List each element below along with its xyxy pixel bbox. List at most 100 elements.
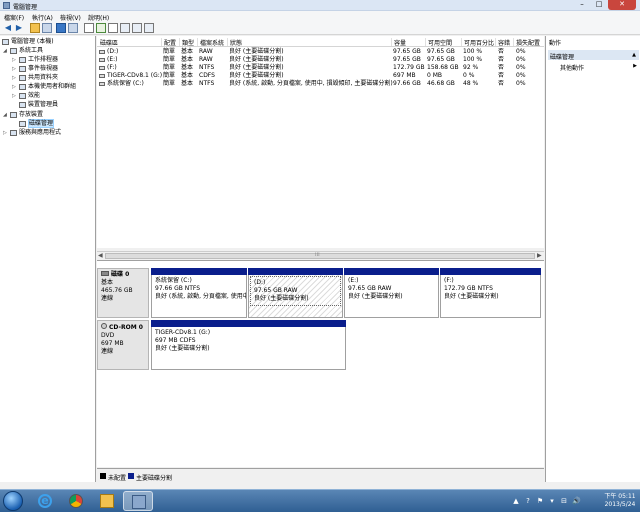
properties-icon[interactable] <box>68 23 78 33</box>
close-button[interactable]: ✕ <box>608 0 636 10</box>
col-filesystem[interactable]: 檔案系統 <box>197 38 224 47</box>
taskbar-computer-management[interactable] <box>123 491 153 511</box>
help-icon[interactable]: ? <box>524 497 532 505</box>
tree-item-task-scheduler[interactable]: ▷ 工作排程器 <box>12 55 58 64</box>
disk-management-icon <box>19 120 26 127</box>
horizontal-scrollbar[interactable]: ◀ ⁞⁞⁞ ▶ <box>97 251 544 259</box>
col-layout[interactable]: 配置 <box>161 38 176 47</box>
partition-f[interactable]: (F:) 172.79 GB NTFS 良好 (主要磁碟分割) <box>440 268 541 318</box>
partition-c[interactable]: 系統保留 (C:) 97.66 GB NTFS 良好 (系統, 啟動, 分頁檔案, … <box>151 268 247 318</box>
partition-e[interactable]: (E:) 97.65 GB RAW 良好 (主要磁碟分割) <box>344 268 439 318</box>
tree-item-storage[interactable]: ◢ 存放裝置 <box>3 110 43 119</box>
computer-management-window: 電腦管理 – □ ✕ 檔案(F) 執行(A) 檢視(V) 說明(H) ◀ ▶ 電… <box>0 0 640 489</box>
scroll-right-icon[interactable]: ▶ <box>537 252 542 259</box>
col-type[interactable]: 類型 <box>179 38 194 47</box>
cdrom-0-label[interactable]: CD-ROM 0 DVD 697 MB 連線 <box>97 320 149 370</box>
expand-icon[interactable]: ◢ <box>3 111 10 120</box>
tree-item-system-tools[interactable]: ◢ 系統工具 <box>3 46 43 55</box>
clock[interactable]: 下午 05:11 2013/5/24 <box>602 493 638 509</box>
taskbar-explorer[interactable] <box>92 491 122 511</box>
grip-icon: ⁞⁞⁞ <box>315 252 320 258</box>
drive-icon <box>99 65 105 70</box>
menu-bar: 檔案(F) 執行(A) 檢視(V) 說明(H) <box>0 11 640 22</box>
unallocated-swatch <box>100 473 106 479</box>
col-free-space[interactable]: 可用空間 <box>425 38 452 47</box>
internet-explorer-icon: e <box>38 494 52 508</box>
col-volume[interactable]: 磁碟區 <box>98 38 118 47</box>
legend-unallocated: 未配置 <box>108 475 127 482</box>
title-bar[interactable]: 電腦管理 – □ ✕ <box>0 0 640 11</box>
col-percent-free[interactable]: 可用百分比 <box>461 38 494 47</box>
minimize-button[interactable]: – <box>574 0 590 10</box>
taskbar-chrome[interactable] <box>61 491 91 511</box>
drive-icon <box>99 57 105 62</box>
navigation-tree: 電腦管理 (本機) ◢ 系統工具 ▷ 工作排程器 ▷ 事件檢視器 ▷ 共用資料夾 ▷ 本機… <box>0 36 96 482</box>
volume-row[interactable]: TIGER-CDv8.1 (G:) 簡單 基本 CDFS 良好 (主要磁碟分割)… <box>97 72 544 80</box>
device-manager-icon <box>19 101 26 108</box>
taskbar: e ▲ ? ⚑ ▾ ⊟ 🔊 下午 05:11 2013/5/24 <box>0 489 640 512</box>
refresh-icon[interactable] <box>84 23 94 33</box>
computer-management-icon <box>132 495 146 509</box>
computer-icon <box>2 38 9 45</box>
actions-group-disk-management[interactable]: 磁碟管理 ▲ <box>548 50 639 61</box>
storage-icon <box>10 111 17 118</box>
maximize-button[interactable]: □ <box>591 0 607 10</box>
event-icon <box>19 65 26 72</box>
zoom-icon[interactable] <box>144 23 154 33</box>
open-icon[interactable] <box>120 23 130 33</box>
col-capacity[interactable]: 容量 <box>391 38 406 47</box>
console-icon[interactable] <box>42 23 52 33</box>
forward-button[interactable]: ▶ <box>14 23 24 33</box>
disk-0-label[interactable]: 磁碟 0 基本 465.76 GB 連線 <box>97 268 149 318</box>
dropdown-icon[interactable]: ▾ <box>548 497 556 505</box>
folder-icon[interactable] <box>30 23 40 33</box>
volume-row[interactable]: (F:) 簡單 基本 NTFS 良好 (主要磁碟分割) 172.79 GB 15… <box>97 64 544 72</box>
flag-icon[interactable]: ⚑ <box>536 497 544 505</box>
volume-row[interactable]: (D:) 簡單 基本 RAW 良好 (主要磁碟分割) 97.65 GB 97.6… <box>97 48 544 56</box>
hard-disk-icon <box>101 271 109 276</box>
show-hidden-icons-icon[interactable]: ▲ <box>512 497 520 505</box>
partition-g[interactable]: TIGER-CDv8.1 (G:) 697 MB CDFS 良好 (主要磁碟分割) <box>151 320 346 370</box>
partition-d-selected[interactable]: (D:) 97.65 GB RAW 良好 (主要磁碟分割) <box>248 268 343 318</box>
expand-icon[interactable]: ◢ <box>3 47 10 56</box>
volume-list-header: 磁碟區 配置 類型 檔案系統 狀態 容量 可用空間 可用百分比 容錯 損失配置 <box>97 36 544 47</box>
computer-management-icon <box>3 2 10 9</box>
tree-item-local-users[interactable]: ▷ 本機使用者和群組 <box>12 82 76 91</box>
volume-icon[interactable]: 🔊 <box>572 497 581 505</box>
primary-partition-swatch <box>128 473 134 479</box>
drive-icon <box>99 49 105 54</box>
search-icon[interactable] <box>132 23 142 33</box>
start-button[interactable] <box>3 491 23 511</box>
actions-pane: 動作 磁碟管理 ▲ 其他動作 ▶ <box>545 36 640 482</box>
clock-time: 下午 05:11 <box>604 493 636 500</box>
tree-item-disk-management[interactable]: 磁碟管理 <box>12 119 55 128</box>
scroll-left-icon[interactable]: ◀ <box>98 252 103 259</box>
tree-item-device-manager[interactable]: 裝置管理員 <box>12 100 58 109</box>
taskbar-ie[interactable]: e <box>30 491 60 511</box>
system-tray: ▲ ? ⚑ ▾ ⊟ 🔊 下午 05:11 2013/5/24 <box>512 493 640 511</box>
col-status[interactable]: 狀態 <box>227 38 242 47</box>
actions-header: 動作 <box>549 40 562 47</box>
tools-icon <box>10 47 17 54</box>
network-icon[interactable]: ⊟ <box>560 497 568 505</box>
tree-item-computer-management[interactable]: 電腦管理 (本機) <box>2 37 54 46</box>
col-fault-tolerance[interactable]: 容錯 <box>495 38 510 47</box>
volume-row[interactable]: (E:) 簡單 基本 RAW 良好 (主要磁碟分割) 97.65 GB 97.6… <box>97 56 544 64</box>
delete-icon[interactable] <box>108 23 118 33</box>
tree-item-event-viewer[interactable]: ▷ 事件檢視器 <box>12 64 58 73</box>
clock-date: 2013/5/24 <box>604 501 636 508</box>
collapse-icon[interactable]: ▲ <box>632 52 636 58</box>
col-overhead[interactable]: 損失配置 <box>513 38 540 47</box>
help-icon[interactable] <box>56 23 66 33</box>
expand-icon[interactable]: ▷ <box>3 129 10 138</box>
more-actions[interactable]: 其他動作 ▶ <box>560 63 639 72</box>
tree-item-shared-folders[interactable]: ▷ 共用資料夾 <box>12 73 58 82</box>
scrollbar-thumb[interactable] <box>105 253 535 259</box>
cd-icon <box>101 323 107 329</box>
check-icon[interactable] <box>96 23 106 33</box>
back-button[interactable]: ◀ <box>3 23 13 33</box>
tree-item-performance[interactable]: ▷ 效能 <box>12 91 40 100</box>
cd-drive-icon <box>99 73 105 78</box>
volume-row[interactable]: 系統保留 (C:) 簡單 基本 NTFS 良好 (系統, 啟動, 分頁檔案, 使… <box>97 80 544 88</box>
tree-item-services-apps[interactable]: ▷ 服務與應用程式 <box>3 128 61 137</box>
